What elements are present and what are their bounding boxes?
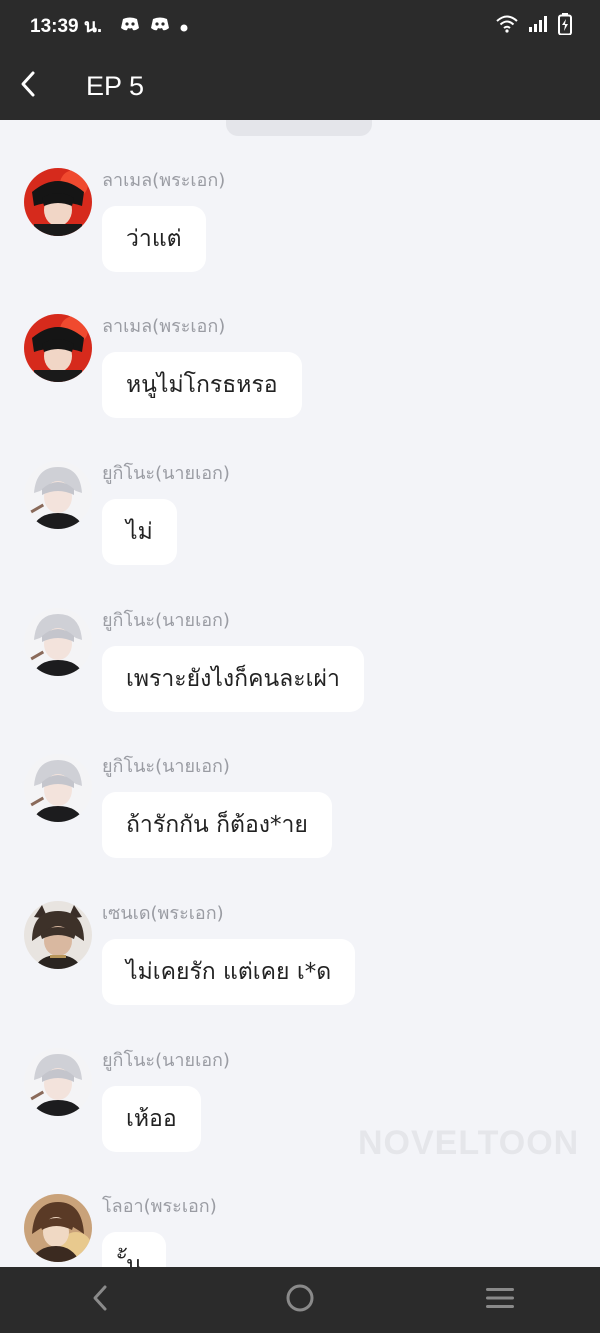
previous-message-pill (226, 120, 372, 136)
avatar[interactable] (24, 901, 92, 969)
message-bubble[interactable]: ถ้ารักกัน ก็ต้อง*าย (102, 792, 332, 858)
notification-icons (120, 16, 188, 36)
system-icons (496, 13, 572, 39)
chevron-left-icon (90, 1284, 110, 1316)
message-bubble[interactable]: ไม่เคยรัก แต่เคย เ*ด (102, 939, 356, 1005)
sender-name: ลาเมล(พระเอก) (102, 170, 226, 191)
watermark: NOVELTOON (358, 1124, 580, 1162)
nav-back-button[interactable] (70, 1270, 130, 1330)
menu-icon (485, 1286, 515, 1314)
discord-icon (150, 16, 170, 36)
avatar[interactable] (24, 461, 92, 529)
avatar[interactable] (24, 1194, 92, 1262)
sender-name: ยูกิโนะ(นายเอก) (102, 463, 230, 484)
discord-icon (120, 16, 140, 36)
nav-home-button[interactable] (270, 1270, 330, 1330)
back-button[interactable] (0, 58, 56, 114)
status-time: 13:39 น. (30, 16, 103, 37)
app-bar: EP 5 (0, 52, 600, 120)
avatar[interactable] (24, 754, 92, 822)
sender-name: ยูกิโนะ(นายเอก) (102, 756, 230, 777)
message-bubble[interactable]: หนูไม่โกรธหรอ (102, 352, 302, 418)
wifi-icon (496, 15, 518, 37)
message-bubble[interactable]: ั้น (102, 1232, 166, 1267)
avatar[interactable] (24, 1048, 92, 1116)
navigation-bar (0, 1267, 600, 1333)
battery-charging-icon (558, 13, 572, 39)
message-bubble[interactable]: ว่าแต่ (102, 206, 206, 272)
circle-icon (285, 1283, 315, 1317)
sender-name: ยูกิโนะ(นายเอก) (102, 1050, 230, 1071)
message-bubble[interactable]: เพราะยังไงก็คนละเผ่า (102, 646, 364, 712)
avatar[interactable] (24, 314, 92, 382)
status-bar: 13:39 น. (0, 0, 600, 52)
avatar[interactable] (24, 608, 92, 676)
sender-name: ยูกิโนะ(นายเอก) (102, 610, 230, 631)
sender-name: ลาเมล(พระเอก) (102, 316, 226, 337)
dot-icon (180, 17, 188, 36)
chat-list[interactable]: ลาเมล(พระเอก) ว่าแต่ ลาเมล(พระเอก) หนูไม… (0, 120, 600, 1267)
sender-name: โลอา(พระเอก) (102, 1196, 217, 1217)
message-bubble[interactable]: ไม่ (102, 499, 177, 565)
message-bubble[interactable]: เห้ออ (102, 1086, 201, 1152)
sender-name: เซนเด(พระเอก) (102, 903, 224, 924)
signal-icon (528, 15, 548, 37)
chevron-left-icon (19, 70, 37, 102)
avatar[interactable] (24, 168, 92, 236)
nav-recents-button[interactable] (470, 1270, 530, 1330)
page-title: EP 5 (86, 70, 145, 101)
